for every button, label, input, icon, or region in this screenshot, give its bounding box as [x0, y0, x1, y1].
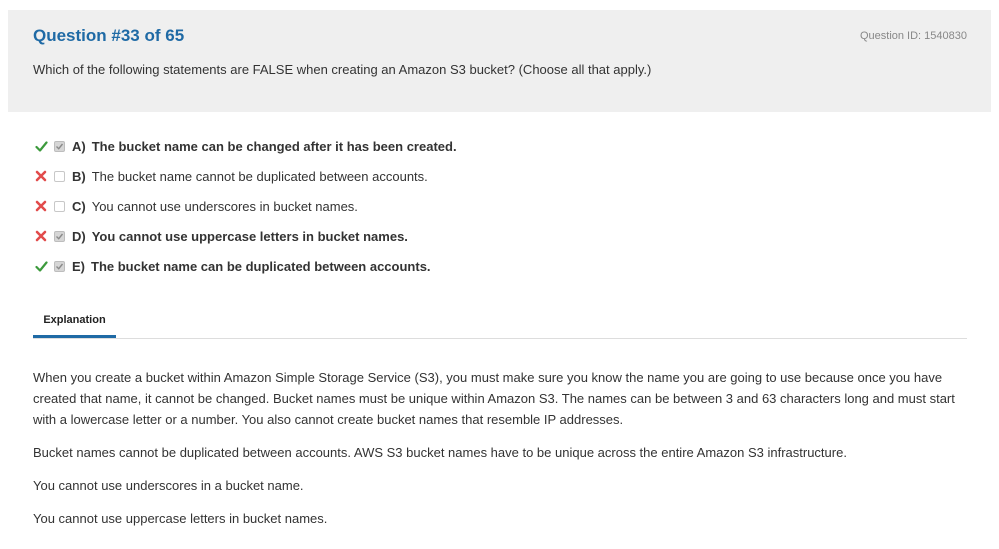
- answer-option-a[interactable]: A) The bucket name can be changed after …: [33, 131, 933, 161]
- answer-checkbox[interactable]: [54, 170, 65, 182]
- answer-text: The bucket name can be changed after it …: [91, 138, 457, 154]
- answer-text: The bucket name can be duplicated betwee…: [91, 258, 431, 274]
- answer-checkbox[interactable]: [54, 230, 65, 242]
- answer-text: The bucket name cannot be duplicated bet…: [91, 168, 428, 184]
- explanation-paragraph: Bucket names cannot be duplicated betwee…: [33, 445, 847, 460]
- question-id: Question ID: 1540830: [859, 30, 967, 42]
- answer-letter: B): [72, 168, 86, 184]
- answer-checkbox[interactable]: [54, 140, 65, 152]
- cross-icon: [33, 228, 49, 244]
- cross-icon: [33, 168, 49, 184]
- question-title: Question #33 of 65: [33, 26, 185, 45]
- answer-letter: C): [72, 198, 86, 214]
- answer-letter: D): [72, 228, 86, 244]
- checkmark-icon: [33, 138, 49, 154]
- question-text: Which of the following statements are FA…: [33, 62, 652, 77]
- answer-option-b[interactable]: B) The bucket name cannot be duplicated …: [33, 161, 933, 191]
- answer-text: You cannot use uppercase letters in buck…: [91, 228, 408, 244]
- explanation-paragraph: You cannot use uppercase letters in buck…: [33, 511, 328, 526]
- answer-checkbox[interactable]: [54, 260, 65, 272]
- tab-bar: Explanation: [33, 305, 967, 339]
- cross-icon: [33, 198, 49, 214]
- answer-text: You cannot use underscores in bucket nam…: [91, 198, 358, 214]
- question-header: Question #33 of 65 Question ID: 1540830 …: [8, 10, 991, 112]
- explanation-paragraph: When you create a bucket within Amazon S…: [33, 370, 955, 427]
- answer-letter: E): [72, 258, 85, 274]
- answer-option-e[interactable]: E) The bucket name can be duplicated bet…: [33, 251, 933, 281]
- answer-option-c[interactable]: C) You cannot use underscores in bucket …: [33, 191, 933, 221]
- answer-letter: A): [72, 138, 86, 154]
- checkmark-icon: [33, 258, 49, 274]
- explanation-paragraph: You cannot use underscores in a bucket n…: [33, 478, 304, 493]
- answer-list: A) The bucket name can be changed after …: [33, 131, 933, 281]
- tab-explanation[interactable]: Explanation: [33, 305, 116, 338]
- explanation-body: When you create a bucket within Amazon S…: [33, 367, 968, 541]
- answer-checkbox[interactable]: [54, 200, 65, 212]
- answer-option-d[interactable]: D) You cannot use uppercase letters in b…: [33, 221, 933, 251]
